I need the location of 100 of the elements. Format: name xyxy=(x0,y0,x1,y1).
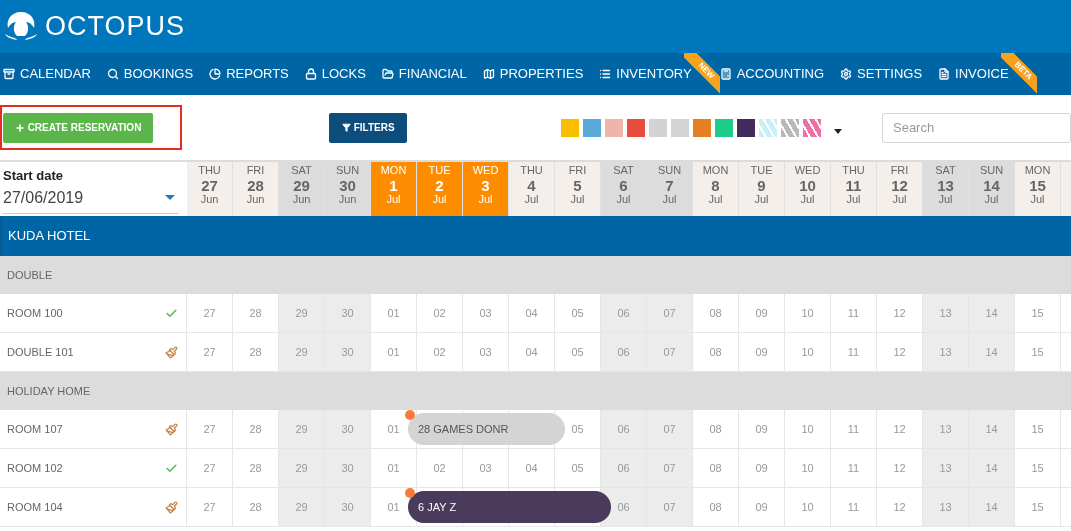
calculator-icon xyxy=(719,68,732,80)
archive-icon xyxy=(3,68,15,80)
nav-link[interactable]: LOCKS xyxy=(304,64,366,84)
day-header[interactable]: SUN 30 Jun xyxy=(325,162,371,216)
color-swatch[interactable] xyxy=(803,118,821,137)
document-icon xyxy=(938,68,951,80)
day-cell-text: 27 xyxy=(203,305,216,321)
day-cell-text: 15 xyxy=(1031,344,1044,360)
day-cell-text: 05 xyxy=(571,421,584,437)
day-cell-text: 10 xyxy=(801,305,814,321)
search-field[interactable]: Search xyxy=(882,112,1071,143)
day-cell-text: 15 xyxy=(1031,460,1044,476)
color-swatch[interactable] xyxy=(693,118,711,137)
color-swatch[interactable] xyxy=(715,118,733,137)
day-header[interactable]: THU 11 Jul xyxy=(831,162,877,216)
day-cell-text: 11 xyxy=(847,499,860,515)
day-cell-text: 12 xyxy=(893,305,906,321)
nav-link[interactable]: CALENDAR xyxy=(3,64,91,84)
day-header[interactable]: SAT 13 Jul xyxy=(923,162,969,216)
day-cell-text: 30 xyxy=(341,499,354,515)
day-header[interactable]: FRI 28 Jun xyxy=(233,162,279,216)
filter-icon xyxy=(341,123,351,132)
day-cell-text: 01 xyxy=(387,421,400,437)
settings-icon xyxy=(840,68,853,80)
nav-link[interactable]: BOOKINGS xyxy=(106,64,194,84)
pie-chart-icon xyxy=(209,68,222,80)
day-header[interactable]: SAT 29 Jun xyxy=(279,162,325,216)
room-name: ROOM 104 xyxy=(7,499,63,515)
day-cell-text: 15 xyxy=(1031,421,1044,437)
day-cell-text: 03 xyxy=(479,305,492,321)
color-swatch[interactable] xyxy=(737,118,755,137)
group-name: HOLIDAY HOME xyxy=(7,383,91,399)
day-cell-text: 05 xyxy=(571,460,584,476)
color-swatch[interactable] xyxy=(605,118,623,137)
day-cell-text: 09 xyxy=(755,305,768,321)
nav-link[interactable]: ACCOUNTING xyxy=(719,64,825,84)
day-cell-text: 12 xyxy=(893,499,906,515)
booking-bar[interactable]: 6 JAY Z xyxy=(408,491,611,523)
room-name: ROOM 107 xyxy=(7,421,63,437)
color-swatch[interactable] xyxy=(627,118,645,137)
day-header[interactable]: MON 8 Jul xyxy=(693,162,739,216)
day-cell-text: 27 xyxy=(203,421,216,437)
day-cell-text: 10 xyxy=(801,421,814,437)
map-icon xyxy=(482,68,495,80)
day-cell-text: 06 xyxy=(617,344,630,360)
day-cell-text: 10 xyxy=(801,460,814,476)
day-cell-text: 13 xyxy=(939,460,952,476)
day-cell-text: 11 xyxy=(847,305,860,321)
day-cell-text: 06 xyxy=(617,421,630,437)
search-icon xyxy=(106,68,119,80)
day-cell-text: 02 xyxy=(433,305,446,321)
day-header[interactable]: WED 10 Jul xyxy=(785,162,831,216)
color-swatch[interactable] xyxy=(781,118,799,137)
day-cell-text: 28 xyxy=(249,421,262,437)
day-header[interactable]: THU 27 Jun xyxy=(187,162,233,216)
day-cell-text: 12 xyxy=(893,421,906,437)
day-cell-text: 04 xyxy=(525,305,538,321)
day-cell-text: 05 xyxy=(571,344,584,360)
color-swatch[interactable] xyxy=(759,118,777,137)
day-cell-text: 04 xyxy=(525,344,538,360)
filters-button[interactable]: FILTERS xyxy=(329,112,407,143)
booking-bar[interactable]: 28 GAMES DONR xyxy=(408,413,565,445)
day-header[interactable]: SAT 6 Jul xyxy=(601,162,647,216)
dropdown-caret-icon[interactable] xyxy=(834,129,842,134)
color-swatch[interactable] xyxy=(671,118,689,137)
color-swatch[interactable] xyxy=(583,118,601,137)
day-cell-text: 08 xyxy=(709,305,722,321)
day-cell-text: 29 xyxy=(295,460,308,476)
day-cell-text: 14 xyxy=(985,344,998,360)
nav-link[interactable]: SETTINGS xyxy=(840,64,923,84)
room-name: ROOM 100 xyxy=(7,305,63,321)
day-header[interactable]: FRI 5 Jul xyxy=(555,162,601,216)
day-cell-text: 14 xyxy=(985,460,998,476)
day-header[interactable]: SUN 7 Jul xyxy=(647,162,693,216)
nav-link[interactable]: FINANCIAL xyxy=(381,64,467,84)
day-cell-text: 10 xyxy=(801,344,814,360)
day-cell-text: 08 xyxy=(709,421,722,437)
day-header[interactable]: TUE 9 Jul xyxy=(739,162,785,216)
day-cell-text: 14 xyxy=(985,421,998,437)
day-cell-text: 01 xyxy=(387,499,400,515)
day-cell-text: 13 xyxy=(939,344,952,360)
day-cell-text: 29 xyxy=(295,499,308,515)
start-date-field[interactable]: 27/06/2019 xyxy=(3,185,179,214)
day-cell-text: 08 xyxy=(709,344,722,360)
day-cell-text: 11 xyxy=(847,344,860,360)
color-swatch[interactable] xyxy=(561,118,579,137)
day-cell-text: 15 xyxy=(1031,499,1044,515)
day-cell-text: 13 xyxy=(939,305,952,321)
day-header[interactable]: THU 4 Jul xyxy=(509,162,555,216)
day-header[interactable]: SUN 14 Jul xyxy=(969,162,1015,216)
nav-link[interactable]: PROPERTIES xyxy=(482,64,584,84)
day-cell-text: 14 xyxy=(985,499,998,515)
day-cell-text: 02 xyxy=(433,344,446,360)
day-header[interactable]: MON 15 Jul xyxy=(1015,162,1061,216)
nav-link[interactable]: REPORTS xyxy=(209,64,289,84)
group-name: DOUBLE xyxy=(7,267,53,283)
color-swatch[interactable] xyxy=(649,118,667,137)
day-header[interactable]: FRI 12 Jul xyxy=(877,162,923,216)
lock-icon xyxy=(304,68,317,80)
day-cell-text: 03 xyxy=(479,460,492,476)
